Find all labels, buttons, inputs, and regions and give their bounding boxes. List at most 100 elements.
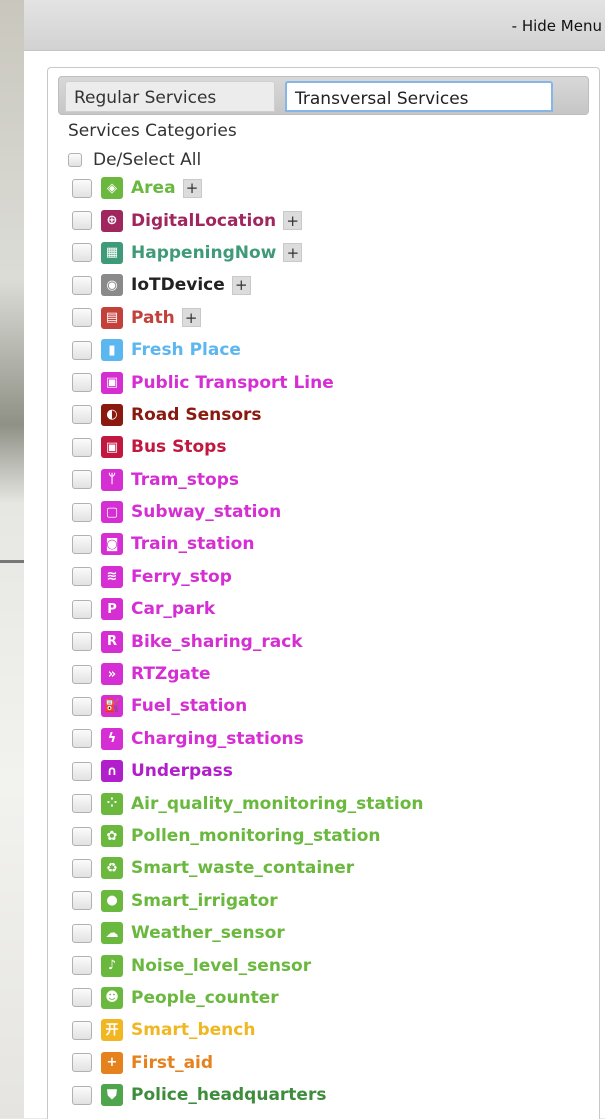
category-label[interactable]: DigitalLocation <box>131 211 276 231</box>
category-checkbox[interactable] <box>72 178 92 198</box>
recycle-icon: ♻ <box>101 857 123 880</box>
people-icon-glyph: ☻ <box>105 990 119 1006</box>
tram-icon: ᛘ <box>101 468 123 491</box>
category-checkbox[interactable] <box>72 761 92 781</box>
category-label[interactable]: Subway_station <box>131 502 281 522</box>
category-checkbox[interactable] <box>72 956 92 976</box>
category-checkbox[interactable] <box>72 211 92 231</box>
category-label[interactable]: Noise_level_sensor <box>131 956 311 976</box>
category-checkbox[interactable] <box>72 1020 92 1040</box>
subway-icon: ▢ <box>101 501 123 524</box>
category-row: ▮ Fresh Place <box>72 334 602 366</box>
category-checkbox[interactable] <box>72 1085 92 1105</box>
expand-plus-button[interactable]: + <box>283 243 303 263</box>
category-checkbox[interactable] <box>72 340 92 360</box>
category-checkbox[interactable] <box>72 243 92 263</box>
category-label[interactable]: Road Sensors <box>131 405 262 425</box>
subway-icon-glyph: ▢ <box>105 504 119 520</box>
category-label[interactable]: Charging_stations <box>131 729 304 749</box>
category-checkbox[interactable] <box>72 664 92 684</box>
digital-location-icon: ⊕ <box>101 209 123 232</box>
category-checkbox[interactable] <box>72 858 92 878</box>
category-label[interactable]: First_aid <box>131 1053 213 1073</box>
category-checkbox[interactable] <box>72 988 92 1008</box>
category-checkbox[interactable] <box>72 275 92 295</box>
map-background[interactable] <box>0 0 25 1118</box>
category-label[interactable]: RTZgate <box>131 664 211 684</box>
category-checkbox[interactable] <box>72 729 92 749</box>
category-checkbox[interactable] <box>72 405 92 425</box>
pollen-icon-glyph: ✿ <box>106 828 118 844</box>
category-label[interactable]: Fresh Place <box>131 340 241 360</box>
category-row: ✿ Pollen_monitoring_station <box>72 820 602 852</box>
category-checkbox[interactable] <box>72 373 92 393</box>
category-label[interactable]: Underpass <box>131 761 233 781</box>
path-icon-glyph: ▤ <box>105 310 119 326</box>
category-label[interactable]: HappeningNow <box>131 243 276 263</box>
category-list: ◈ Area + ⊕ DigitalLocation + ▦ HappeningNow + ◉ Io… <box>72 172 602 1111</box>
category-label[interactable]: Smart_bench <box>131 1020 255 1040</box>
category-checkbox[interactable] <box>72 891 92 911</box>
category-label[interactable]: Police_headquarters <box>131 1085 326 1105</box>
weather-icon-glyph: ☁ <box>105 925 119 941</box>
category-checkbox[interactable] <box>72 599 92 619</box>
category-checkbox[interactable] <box>72 437 92 457</box>
charging-icon: ϟ <box>101 727 123 750</box>
bike-sharing-icon-glyph: R <box>106 634 117 650</box>
select-all-label: De/Select All <box>93 150 202 170</box>
category-row: ● Smart_irrigator <box>72 885 602 917</box>
area-icon: ◈ <box>101 177 123 200</box>
category-checkbox[interactable] <box>72 794 92 814</box>
category-label[interactable]: Bus Stops <box>131 437 226 457</box>
category-label[interactable]: IoTDevice <box>131 275 225 295</box>
category-checkbox[interactable] <box>72 1053 92 1073</box>
tab-transversal-services[interactable]: Transversal Services <box>285 81 553 112</box>
car-park-icon: P <box>101 598 123 621</box>
hide-menu-link[interactable]: - Hide Menu <box>512 17 602 35</box>
category-label[interactable]: Weather_sensor <box>131 923 285 943</box>
category-label[interactable]: Bike_sharing_rack <box>131 632 303 652</box>
category-label[interactable]: Fuel_station <box>131 696 247 716</box>
category-checkbox[interactable] <box>72 470 92 490</box>
expand-plus-button[interactable]: + <box>182 178 202 198</box>
category-label[interactable]: Tram_stops <box>131 470 239 490</box>
category-checkbox[interactable] <box>72 308 92 328</box>
category-row: ϟ Charging_stations <box>72 723 602 755</box>
category-label[interactable]: People_counter <box>131 988 279 1008</box>
charging-icon-glyph: ϟ <box>107 731 117 747</box>
fuel-icon-glyph: ⛽ <box>103 698 121 714</box>
expand-plus-button[interactable]: + <box>231 275 251 295</box>
category-checkbox[interactable] <box>72 923 92 943</box>
category-label[interactable]: Car_park <box>131 599 215 619</box>
category-checkbox[interactable] <box>72 696 92 716</box>
category-label[interactable]: Train_station <box>131 534 254 554</box>
category-row: ◉ IoTDevice + <box>72 269 602 301</box>
category-label[interactable]: Smart_waste_container <box>131 858 354 878</box>
category-checkbox[interactable] <box>72 534 92 554</box>
category-checkbox[interactable] <box>72 826 92 846</box>
category-row: ◙ Train_station <box>72 528 602 560</box>
category-row: ◈ Area + <box>72 172 602 204</box>
category-checkbox[interactable] <box>72 632 92 652</box>
category-label[interactable]: Air_quality_monitoring_station <box>131 794 424 814</box>
category-checkbox[interactable] <box>72 502 92 522</box>
category-row: ☁ Weather_sensor <box>72 917 602 949</box>
select-all-checkbox[interactable] <box>68 153 82 167</box>
path-icon: ▤ <box>101 306 123 329</box>
category-label[interactable]: Ferry_stop <box>131 567 232 587</box>
category-label[interactable]: Pollen_monitoring_station <box>131 826 381 846</box>
category-row: 开 Smart_bench <box>72 1014 602 1046</box>
category-label[interactable]: Area <box>131 178 176 198</box>
expand-plus-button[interactable]: + <box>283 211 303 231</box>
category-label[interactable]: Path <box>131 308 175 328</box>
category-label[interactable]: Smart_irrigator <box>131 891 278 911</box>
category-label[interactable]: Public Transport Line <box>131 373 334 393</box>
tab-regular-services[interactable]: Regular Services <box>65 81 275 112</box>
bus-stop-icon-glyph: ▣ <box>105 439 119 455</box>
category-checkbox[interactable] <box>72 567 92 587</box>
category-row: ⛊ Police_headquarters <box>72 1079 602 1111</box>
ferry-icon-glyph: ≋ <box>106 569 118 585</box>
water-drop-icon: ● <box>101 889 123 912</box>
expand-plus-button[interactable]: + <box>181 308 201 328</box>
noise-icon: ♪ <box>101 954 123 977</box>
